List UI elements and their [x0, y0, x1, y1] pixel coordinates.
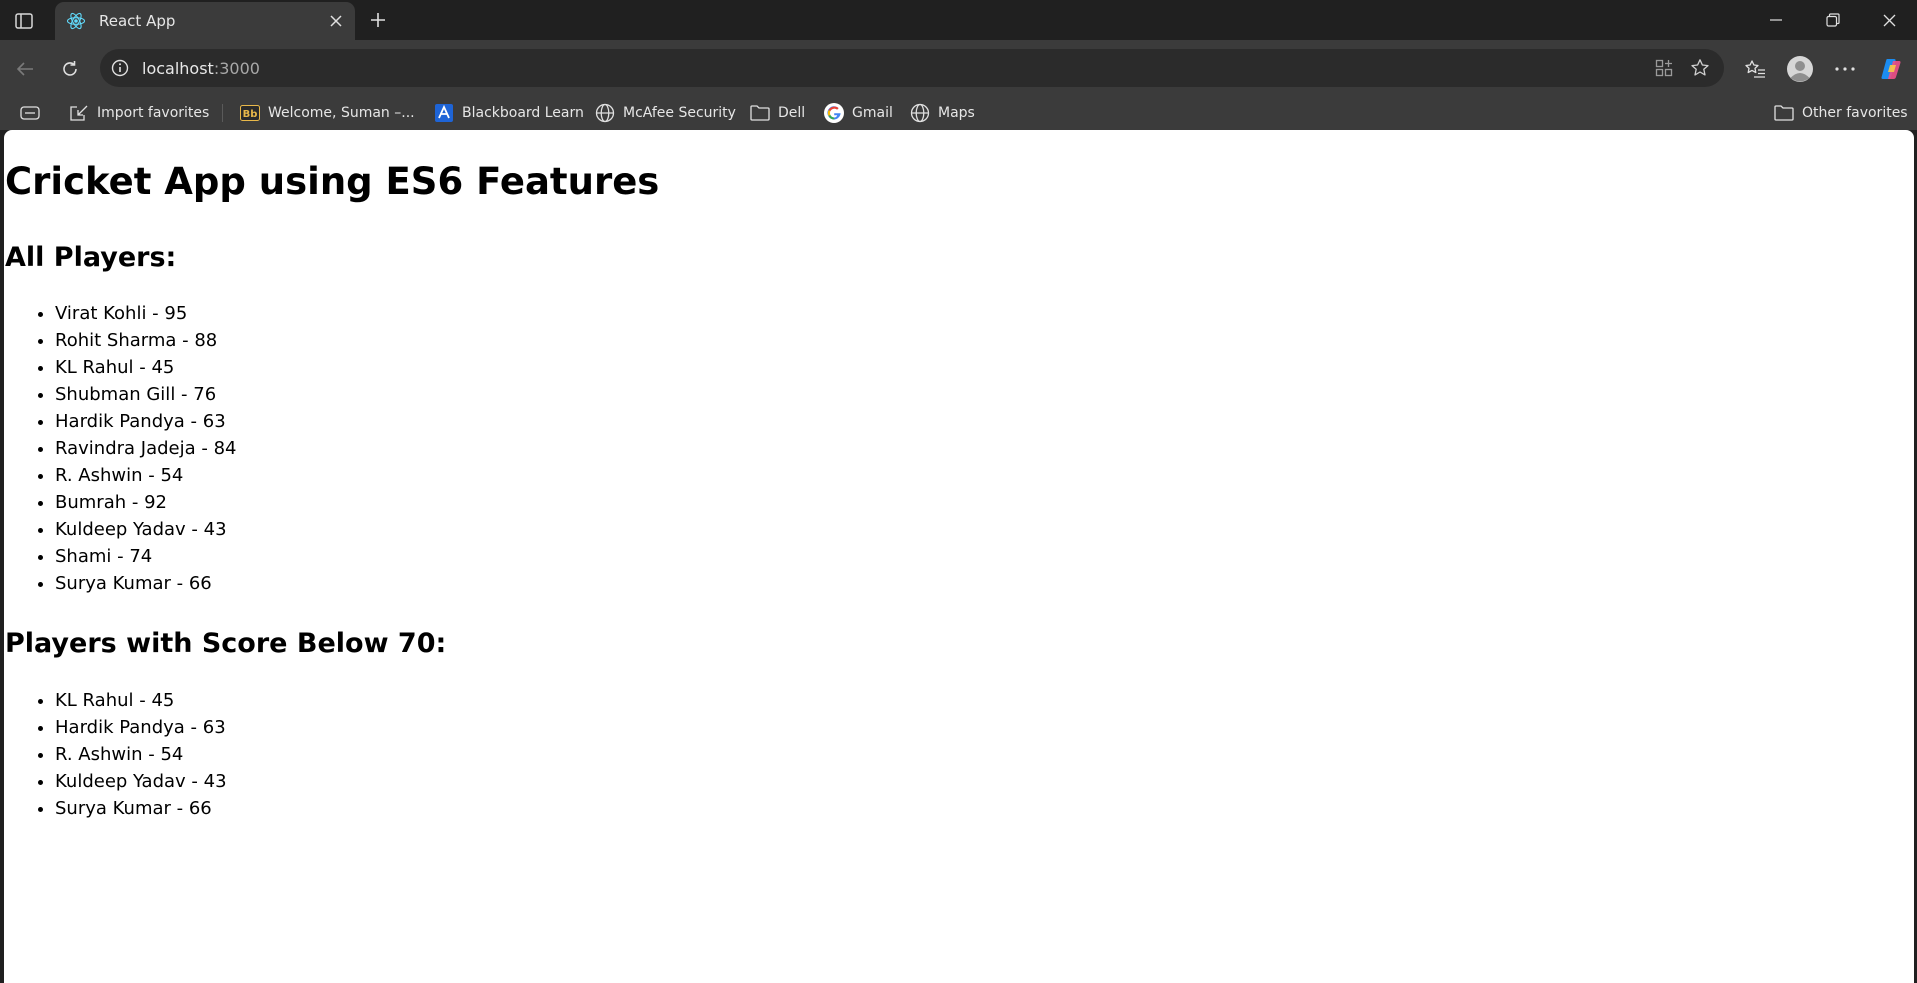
favorites-button[interactable] — [1737, 51, 1773, 87]
list-item: Bumrah - 92 — [55, 489, 237, 516]
fav-label: Blackboard Learn — [462, 105, 584, 121]
url-text[interactable]: localhost:3000 — [142, 59, 1646, 78]
navigation-bar: localhost:3000 — [0, 40, 1917, 96]
list-item: Hardik Pandya - 63 — [55, 714, 227, 741]
all-players-list: Virat Kohli - 95 Rohit Sharma - 88 KL Ra… — [4, 300, 237, 597]
all-players-heading: All Players: — [5, 242, 177, 273]
fav-gmail[interactable]: Gmail — [824, 101, 893, 125]
app-available-icon[interactable] — [1646, 50, 1682, 86]
react-icon — [65, 10, 87, 32]
minimize-button[interactable] — [1748, 0, 1804, 40]
close-window-button[interactable] — [1861, 0, 1917, 40]
fav-blackboard-learn[interactable]: Blackboard Learn — [434, 101, 584, 125]
favorites-divider — [222, 104, 223, 122]
new-tab-button[interactable] — [363, 6, 393, 34]
fav-dell[interactable]: Dell — [750, 101, 805, 125]
fav-maps[interactable]: Maps — [910, 101, 975, 125]
below-70-list: KL Rahul - 45 Hardik Pandya - 63 R. Ashw… — [4, 687, 227, 822]
web-page: Cricket App using ES6 Features All Playe… — [4, 130, 1914, 983]
list-item: KL Rahul - 45 — [55, 354, 237, 381]
globe-icon — [910, 103, 930, 123]
list-item: Ravindra Jadeja - 84 — [55, 435, 237, 462]
fav-label: Dell — [778, 105, 806, 121]
list-item: R. Ashwin - 54 — [55, 462, 237, 489]
url-port: :3000 — [213, 58, 260, 78]
tab-title: React App — [99, 12, 176, 30]
bb-icon: Bb — [240, 103, 260, 123]
below-70-heading: Players with Score Below 70: — [5, 628, 447, 659]
list-item: Virat Kohli - 95 — [55, 300, 237, 327]
favorite-star-icon[interactable] — [1682, 50, 1718, 86]
fav-label: Other favorites — [1802, 105, 1908, 121]
address-bar[interactable]: localhost:3000 — [100, 49, 1724, 87]
minimize-icon — [1770, 19, 1782, 21]
restore-button[interactable] — [1805, 0, 1861, 40]
fav-label: Gmail — [852, 105, 893, 121]
plus-icon — [371, 13, 385, 27]
settings-more-button[interactable] — [1827, 51, 1863, 87]
fav-label: Maps — [938, 105, 975, 121]
list-item: Surya Kumar - 66 — [55, 795, 227, 822]
page-title: Cricket App using ES6 Features — [5, 160, 660, 203]
folder-icon — [750, 103, 770, 123]
list-item: Hardik Pandya - 63 — [55, 408, 237, 435]
list-item: R. Ashwin - 54 — [55, 741, 227, 768]
fav-import-favorites[interactable]: Import favorites — [69, 101, 209, 125]
avatar-icon — [1787, 56, 1813, 82]
list-item: Kuldeep Yadav - 43 — [55, 516, 237, 543]
fav-label: McAfee Security — [623, 105, 736, 121]
list-item: Surya Kumar - 66 — [55, 570, 237, 597]
google-icon — [824, 103, 844, 123]
fav-other-favorites[interactable]: Other favorites — [1774, 101, 1908, 125]
copilot-button[interactable] — [1873, 51, 1909, 87]
fav-mcafee-security[interactable]: McAfee Security — [595, 101, 736, 125]
list-item: KL Rahul - 45 — [55, 687, 227, 714]
fav-welcome-suman[interactable]: Bb Welcome, Suman –... — [240, 101, 415, 125]
title-bar: React App — [0, 0, 1917, 40]
blackboard-icon — [434, 103, 454, 123]
browser-tab[interactable]: React App — [55, 2, 355, 40]
list-item: Kuldeep Yadav - 43 — [55, 768, 227, 795]
refresh-button[interactable] — [53, 52, 87, 86]
fav-label: Welcome, Suman –... — [268, 105, 415, 121]
list-item: Shami - 74 — [55, 543, 237, 570]
favorites-list-icon — [1745, 60, 1765, 78]
more-dots-icon — [1835, 67, 1855, 71]
tab-close-icon[interactable] — [323, 8, 349, 34]
folder-icon — [1774, 103, 1794, 123]
favorites-bar-toggle-icon[interactable] — [20, 101, 40, 125]
restore-icon — [1826, 13, 1840, 27]
favorites-bar: Import favorites Bb Welcome, Suman –... … — [0, 96, 1917, 130]
profile-button[interactable] — [1782, 51, 1818, 87]
import-icon — [69, 103, 89, 123]
site-info-icon[interactable] — [110, 58, 130, 78]
back-arrow-icon — [16, 62, 33, 76]
url-host: localhost — [142, 58, 214, 78]
list-item: Shubman Gill - 76 — [55, 381, 237, 408]
close-icon — [1883, 14, 1895, 26]
globe-icon — [595, 103, 615, 123]
svg-text:Bb: Bb — [243, 109, 258, 120]
fav-label: Import favorites — [97, 105, 210, 121]
refresh-icon — [63, 61, 77, 76]
copilot-icon — [1881, 59, 1901, 79]
sidebar-toggle-icon[interactable] — [12, 10, 36, 32]
list-item: Rohit Sharma - 88 — [55, 327, 237, 354]
back-button[interactable] — [8, 52, 42, 86]
